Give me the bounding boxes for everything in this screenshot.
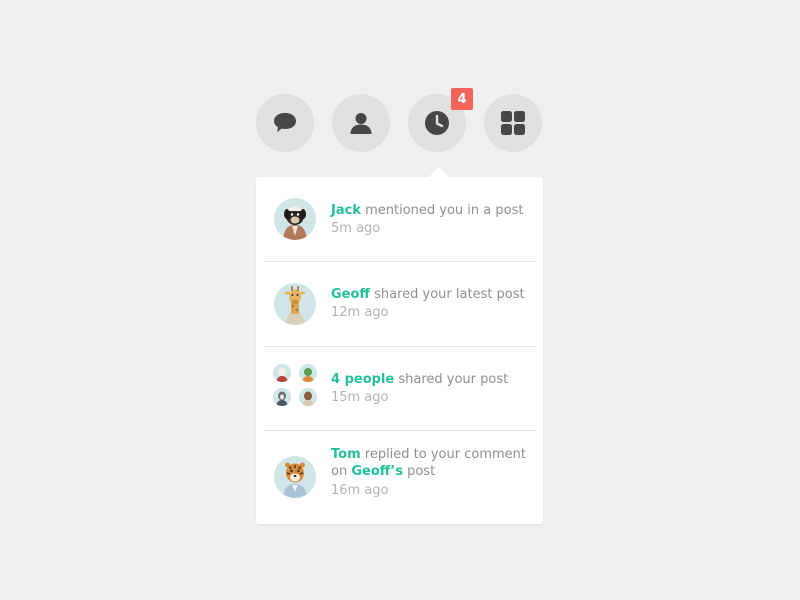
notification-time: 15m ago xyxy=(331,390,389,405)
notification-count-badge: 4 xyxy=(451,88,473,110)
avatar xyxy=(273,364,291,382)
notification-actor[interactable]: Geoff xyxy=(331,287,370,302)
profile-button[interactable] xyxy=(332,94,390,152)
notification-item[interactable]: Jack mentioned you in a post 5m ago xyxy=(264,177,536,261)
notifications-panel: Jack mentioned you in a post 5m ago Geof… xyxy=(256,177,543,524)
notification-message: shared your post xyxy=(394,372,509,387)
notification-item[interactable]: 4 people shared your post 15m ago xyxy=(264,347,536,431)
avatar xyxy=(299,364,317,382)
notification-item[interactable]: Tom replied to your comment on Geoff’s p… xyxy=(264,431,536,524)
apps-button[interactable] xyxy=(484,94,542,152)
speech-bubble-icon xyxy=(274,113,296,132)
grid-icon xyxy=(501,111,525,135)
notification-target[interactable]: Geoff’s xyxy=(351,464,403,479)
dog-avatar-icon xyxy=(274,198,316,240)
notification-actor[interactable]: 4 people xyxy=(331,372,394,387)
notification-message: shared your latest post xyxy=(369,287,525,302)
avatar xyxy=(299,388,317,406)
notification-time: 16m ago xyxy=(331,483,389,498)
notification-time: 12m ago xyxy=(331,305,389,320)
notification-time: 5m ago xyxy=(331,221,381,236)
notification-message-suffix: post xyxy=(402,464,436,479)
notification-message: mentioned you in a post xyxy=(360,203,524,218)
notification-item[interactable]: Geoff shared your latest post 12m ago xyxy=(264,262,536,346)
giraffe-avatar-icon xyxy=(274,283,316,325)
clock-icon xyxy=(425,111,449,135)
user-icon xyxy=(350,113,372,134)
tiger-avatar-icon xyxy=(274,456,316,498)
notification-actor[interactable]: Tom xyxy=(331,447,361,462)
avatar xyxy=(273,388,291,406)
messages-button[interactable] xyxy=(256,94,314,152)
notification-actor[interactable]: Jack xyxy=(331,203,361,218)
